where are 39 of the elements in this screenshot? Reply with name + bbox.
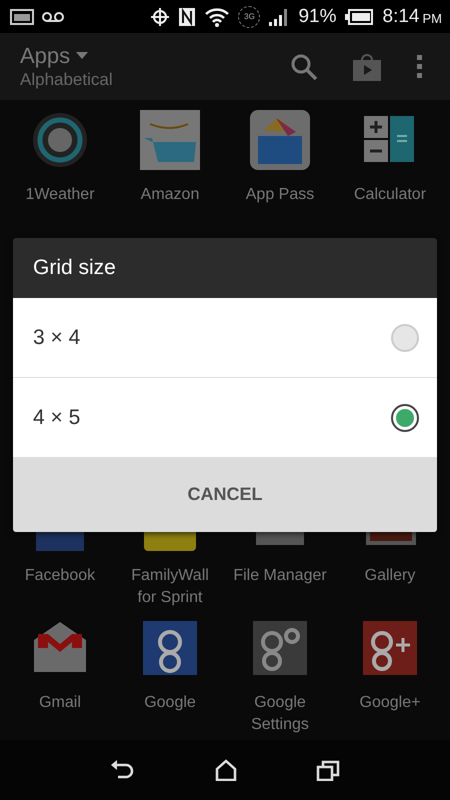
overflow-menu-icon[interactable]	[416, 54, 424, 80]
recent-apps-icon[interactable]	[316, 759, 340, 781]
home-icon[interactable]	[214, 759, 237, 781]
search-icon[interactable]	[290, 52, 318, 80]
battery-percent: 91%	[298, 6, 337, 28]
radio-button[interactable]	[391, 404, 419, 432]
clock-time: 8:14	[382, 6, 420, 28]
cancel-button[interactable]: CANCEL	[13, 457, 437, 532]
app-icon[interactable]	[250, 618, 310, 678]
app-label: Amazon	[140, 185, 200, 205]
app-label: Gmail	[39, 693, 81, 713]
app-label: Facebook	[24, 566, 96, 586]
dialog-title: Grid size	[13, 238, 437, 298]
image-icon	[10, 8, 34, 24]
clock-period: PM	[422, 11, 442, 26]
store-bag-icon[interactable]	[352, 52, 382, 82]
voicemail-icon	[42, 10, 64, 22]
network-badge: 3G	[238, 6, 260, 28]
app-label: Gallery	[364, 566, 416, 586]
app-label: Google Settings	[251, 693, 309, 735]
app-label: App Pass	[246, 185, 314, 205]
app-icon[interactable]	[360, 618, 420, 678]
app-label: Google	[144, 693, 196, 713]
back-icon[interactable]	[110, 759, 136, 781]
dropdown-icon[interactable]	[76, 52, 88, 60]
option-row[interactable]: 3 × 4	[13, 298, 437, 378]
battery-icon	[344, 8, 373, 24]
app-label: Google+	[360, 693, 420, 713]
app-icon[interactable]	[140, 618, 200, 678]
app-label: File Manager	[233, 566, 327, 586]
apps-title[interactable]: Apps	[20, 43, 70, 69]
app-label: FamilyWall for Sprint	[131, 566, 209, 608]
sort-subtitle: Alphabetical	[20, 70, 114, 90]
app-label: Calculator	[354, 185, 426, 205]
wifi-icon	[204, 6, 230, 26]
nfc-icon	[178, 6, 196, 26]
option-row[interactable]: 4 × 5	[13, 378, 437, 457]
app-label: 1Weather	[25, 185, 95, 205]
location-icon	[150, 6, 170, 26]
